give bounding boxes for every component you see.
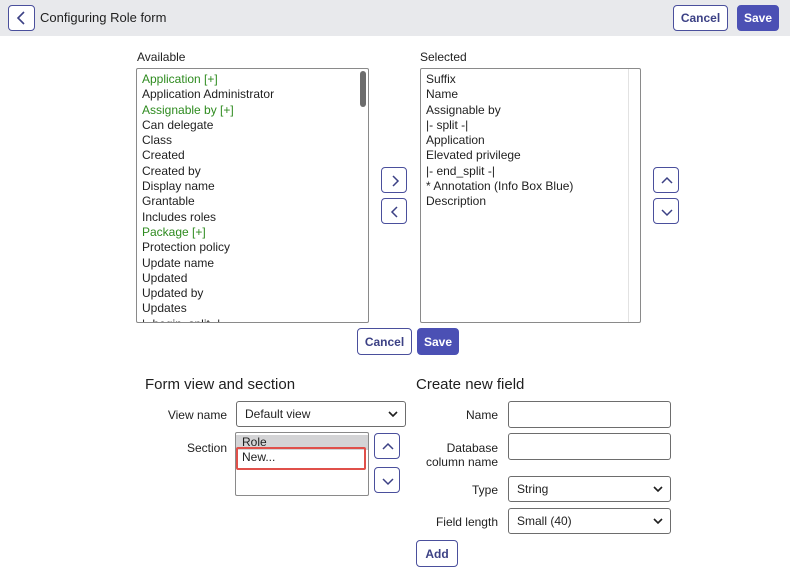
move-up-button[interactable] [653,167,679,193]
chevron-down-icon [388,411,398,418]
available-item[interactable]: Updates [142,301,363,316]
db-column-label-line1: Database [446,441,498,455]
field-length-value: Small (40) [517,514,572,528]
available-item[interactable]: Package [+] [142,225,363,240]
remove-from-selected-button[interactable] [381,198,407,224]
selected-item[interactable]: Application [426,133,635,148]
selected-label: Selected [420,50,467,64]
available-item[interactable]: Updated [142,271,363,286]
available-item[interactable]: Can delegate [142,118,363,133]
db-column-label-line2: column name [425,455,498,469]
chevron-up-icon [661,176,673,184]
db-column-name-input[interactable] [508,433,671,460]
header-cancel-button[interactable]: Cancel [673,5,728,31]
chevron-down-icon [661,209,673,217]
form-save-button[interactable]: Save [417,328,459,355]
chevron-down-icon [653,486,663,493]
available-item[interactable]: Created [142,148,363,163]
field-length-select[interactable]: Small (40) [508,508,671,534]
available-item[interactable]: Update name [142,256,363,271]
available-list[interactable]: Application [+] Application Administrator… [136,68,369,323]
view-name-select[interactable]: Default view [236,401,406,427]
chevron-up-icon [382,442,394,450]
selected-item[interactable]: Name [426,87,635,102]
available-item[interactable]: Grantable [142,194,363,209]
create-new-field-title: Create new field [416,376,525,393]
selected-item[interactable]: Suffix [426,72,635,87]
selected-list[interactable]: Suffix Name Assignable by |- split -| Applic… [420,68,641,323]
available-item[interactable]: |- begin_split -| [142,317,363,322]
available-item[interactable]: Updated by [142,286,363,301]
type-select[interactable]: String [508,476,671,502]
selected-item[interactable]: |- end_split -| [426,164,635,179]
view-name-label: View name [167,408,227,422]
available-item[interactable]: Created by [142,164,363,179]
section-label: Section [186,441,227,455]
selected-item[interactable]: * Annotation (Info Box Blue) [426,179,635,194]
field-length-label: Field length [435,515,498,529]
selected-item[interactable]: Elevated privilege [426,148,635,163]
form-cancel-button[interactable]: Cancel [357,328,412,355]
selected-scrollbar[interactable] [628,69,640,322]
available-label: Available [137,50,186,64]
header-bar: Configuring Role form Cancel Save [0,0,790,36]
add-field-button[interactable]: Add [416,540,458,567]
chevron-left-icon [390,206,398,218]
field-name-label: Name [465,408,498,422]
back-button[interactable] [8,5,35,31]
chevron-down-icon [653,518,663,525]
chevron-left-icon [16,11,25,25]
available-item[interactable]: Includes roles [142,210,363,225]
move-down-button[interactable] [653,198,679,224]
field-name-input[interactable] [508,401,671,428]
selected-item[interactable]: Description [426,194,635,209]
add-to-selected-button[interactable] [381,167,407,193]
available-item[interactable]: Display name [142,179,363,194]
type-value: String [517,482,549,496]
type-label: Type [471,483,498,497]
available-scrollbar[interactable] [360,71,366,320]
highlight-box [236,447,366,470]
available-scroll-thumb[interactable] [360,71,366,107]
header-save-button[interactable]: Save [737,5,779,31]
selected-item[interactable]: Assignable by [426,103,635,118]
selected-item[interactable]: |- split -| [426,118,635,133]
available-item[interactable]: Class [142,133,363,148]
available-item[interactable]: Application Administrator [142,87,363,102]
section-move-up-button[interactable] [374,433,400,459]
available-item[interactable]: Protection policy [142,240,363,255]
chevron-right-icon [392,175,400,187]
view-name-value: Default view [245,407,311,421]
available-item[interactable]: Assignable by [+] [142,103,363,118]
form-view-section-title: Form view and section [145,376,296,393]
available-item[interactable]: Application [+] [142,72,363,87]
page-title: Configuring Role form [40,10,167,25]
chevron-down-icon [382,478,394,486]
section-move-down-button[interactable] [374,467,400,493]
